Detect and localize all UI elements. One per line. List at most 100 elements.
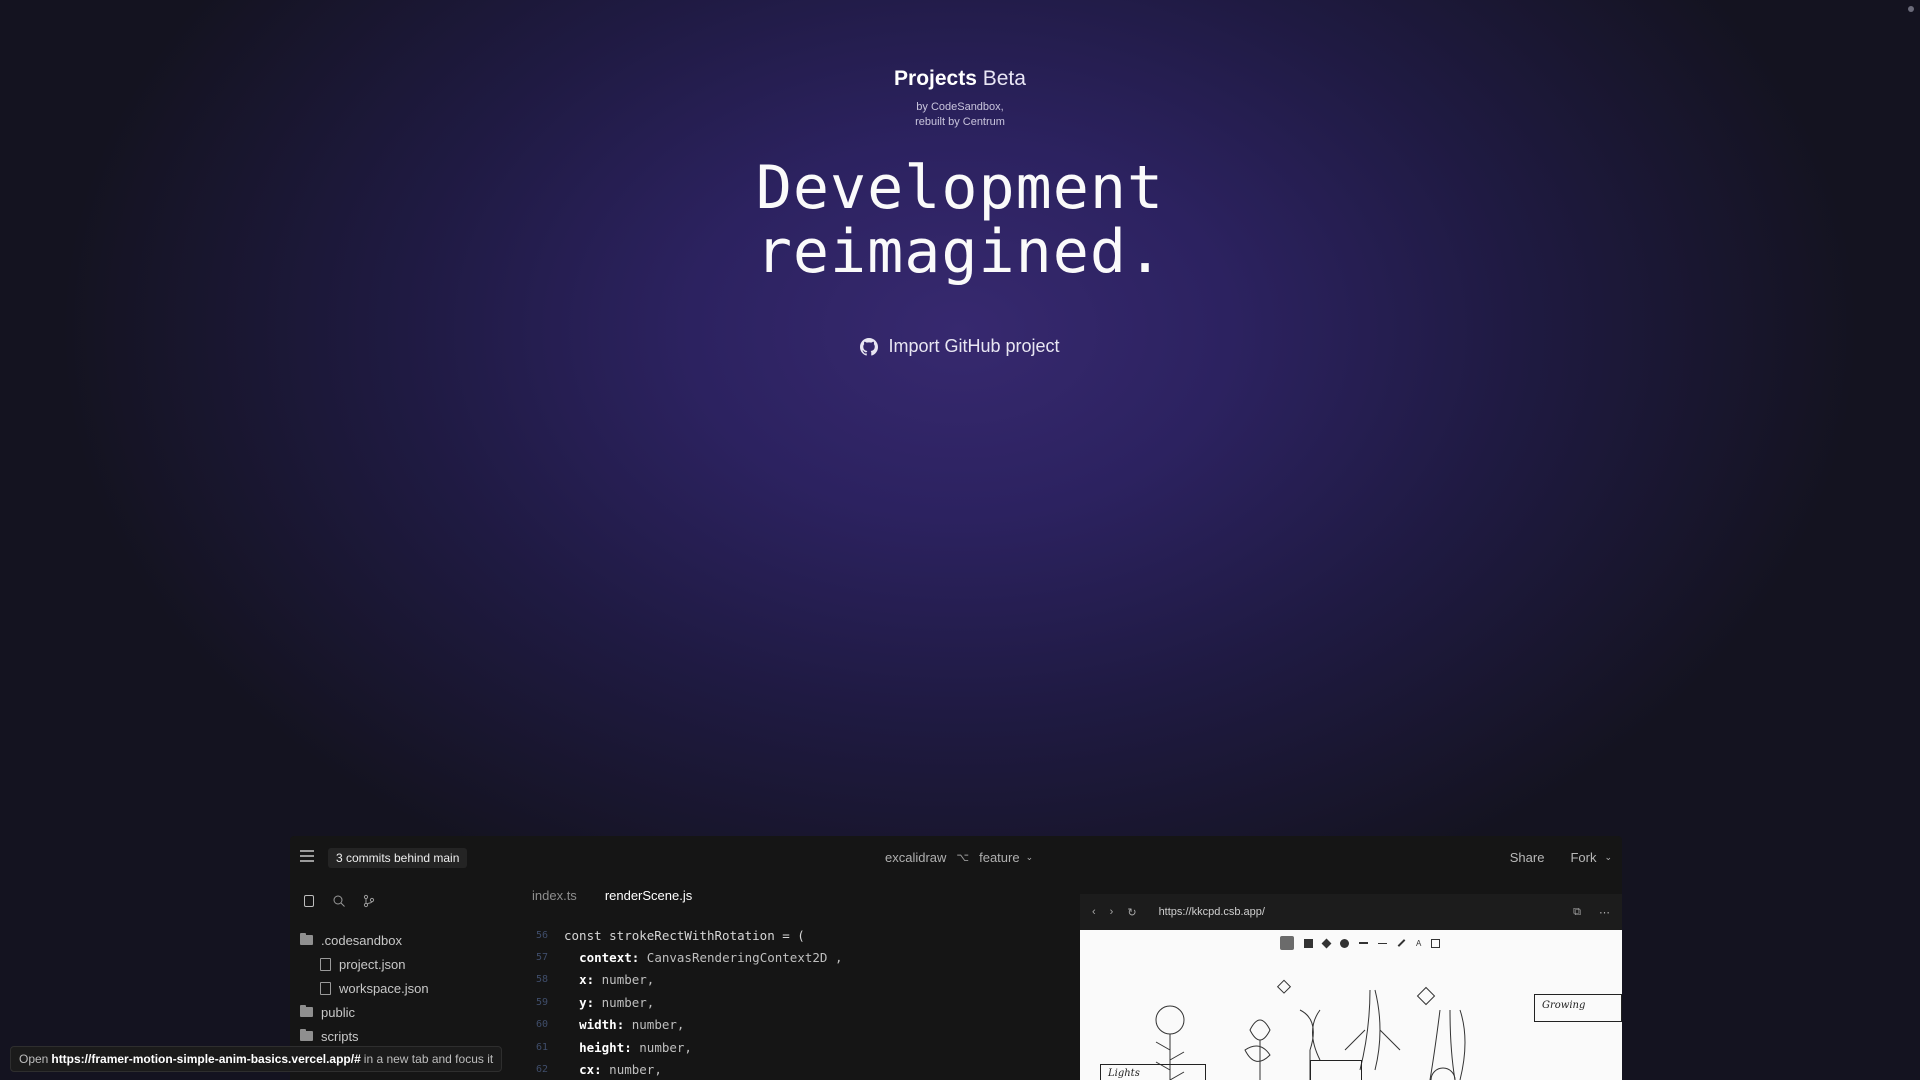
code-line: 60 width: number, [518,1014,842,1036]
line-number: 58 [535,974,548,986]
repo-name: excalidraw [885,850,947,865]
status-prefix: Open [19,1052,49,1066]
sidebar-icons [302,894,376,908]
canvas-box [1310,1060,1362,1080]
code-type: number, [594,994,655,1010]
preview-actions: ⧉ ⋯ [1573,906,1610,919]
code-prop: height: [579,1039,632,1055]
tree-item-public[interactable]: public [300,1000,429,1024]
reload-icon[interactable]: ↻ [1127,906,1136,919]
line-number: 61 [535,1041,548,1053]
fork-chevron-down-icon[interactable]: ⌄ [1604,852,1612,863]
diamond-tool-icon[interactable] [1321,938,1332,948]
branch-selector[interactable]: excalidraw ⌥ feature ⌄ [885,850,1033,865]
folder-icon [300,1029,313,1041]
git-icon[interactable] [362,894,376,908]
tree-item-label: project.json [339,956,406,972]
folder-icon [300,933,313,945]
code-line: 58 x: number, [518,969,842,991]
arrow-tool-icon[interactable] [1359,942,1368,944]
editor-tabs: index.ts renderScene.js [532,888,692,903]
status-suffix: in a new tab and focus it [363,1052,494,1066]
byline-line-2[interactable]: rebuilt by Centrum [0,115,1920,130]
ide-actions: Share Fork ⌄ [1510,850,1612,865]
link-status-tooltip: Open https://framer-motion-simple-anim-b… [10,1046,503,1072]
import-github-button[interactable]: Import GitHub project [860,336,1060,357]
byline: by CodeSandbox, rebuilt by Centrum [0,100,1920,130]
preview-toolbar: ‹ › ↻ https://kkcpd.csb.app/ ⧉ ⋯ [1080,894,1622,930]
code-type: number, [624,1017,685,1033]
rectangle-tool-icon[interactable] [1304,938,1313,948]
file-icon [320,981,331,995]
file-icon [320,957,331,971]
menu-icon[interactable] [300,850,314,865]
preview-url[interactable]: https://kkcpd.csb.app/ [1159,906,1265,918]
code-editor: index.ts renderScene.js 56 const strokeRe… [518,880,1078,1080]
ide-topbar: 3 commits behind main excalidraw ⌥ featu… [290,836,1622,880]
tab-renderscene-js[interactable]: renderScene.js [605,888,692,903]
text-tool-icon[interactable]: A [1416,939,1421,948]
tree-item-label: scripts [321,1028,359,1044]
code-line: 61 height: number, [518,1036,842,1058]
files-icon[interactable] [302,894,316,908]
ide-preview: 3 commits behind main excalidraw ⌥ featu… [290,836,1622,1080]
code-line: 59 y: number, [518,991,842,1013]
brand-name: Projects [894,67,977,90]
brand-title: Projects Beta [0,66,1920,92]
image-tool-icon[interactable] [1431,938,1441,948]
tree-item-scripts[interactable]: scripts [300,1024,429,1048]
tree-item-workspace-json[interactable]: workspace.json [300,976,429,1000]
code-lines[interactable]: 56 const strokeRectWithRotation = ( 57 co… [518,924,843,1080]
open-new-window-icon[interactable]: ⧉ [1573,906,1581,919]
select-tool-icon[interactable] [1280,936,1294,950]
beta-label: Beta [982,67,1026,90]
forward-icon[interactable]: › [1110,906,1114,918]
excalidraw-canvas[interactable]: A Growing Lights [1080,930,1622,1080]
fork-button[interactable]: Fork [1570,850,1596,865]
back-icon[interactable]: ‹ [1092,906,1096,918]
byline-line-1[interactable]: by CodeSandbox, [0,100,1920,115]
drawing-toolbar: A [1280,936,1441,950]
code-prop: cx: [579,1062,602,1078]
tree-item-project-json[interactable]: project.json [300,952,429,976]
line-number: 56 [535,929,548,941]
code-type: CanvasRenderingContext2D , [639,950,843,966]
line-tool-icon[interactable] [1378,942,1387,944]
share-button[interactable]: Share [1510,850,1545,865]
branch-icon: ⌥ [956,852,970,864]
tree-item-label: .codesandbox [321,932,402,948]
folder-icon [300,1005,313,1017]
tree-item-codesandbox[interactable]: .codesandbox [300,928,429,952]
code-type: number, [594,972,655,988]
growing-label: Growing [1542,1000,1586,1011]
tab-index-ts[interactable]: index.ts [532,888,577,903]
pencil-tool-icon[interactable] [1397,939,1406,947]
headline-line-2: reimagined. [755,217,1165,287]
search-icon[interactable] [332,894,346,908]
headline: Development reimagined. [0,156,1920,284]
code-type: number, [631,1039,692,1055]
code-type: number, [601,1062,662,1078]
headline-line-1: Development [755,153,1165,223]
import-github-label: Import GitHub project [888,336,1060,356]
commits-behind-badge[interactable]: 3 commits behind main [328,848,468,868]
status-url: https://framer-motion-simple-anim-basics… [51,1052,361,1066]
code-prop: width: [579,1017,625,1033]
ellipse-tool-icon[interactable] [1340,938,1349,948]
code-line: 62 cx: number, [518,1058,842,1080]
more-icon[interactable]: ⋯ [1599,906,1610,919]
github-icon [860,337,879,356]
branch-name: feature [979,850,1020,865]
line-number: 60 [535,1019,548,1031]
hero-section: Projects Beta by CodeSandbox, rebuilt by… [0,66,1920,361]
window-indicator-dot [1908,6,1914,12]
code-line: 57 context: CanvasRenderingContext2D , [518,946,843,968]
code-prop: y: [579,994,595,1010]
code-prop: context: [579,950,640,966]
